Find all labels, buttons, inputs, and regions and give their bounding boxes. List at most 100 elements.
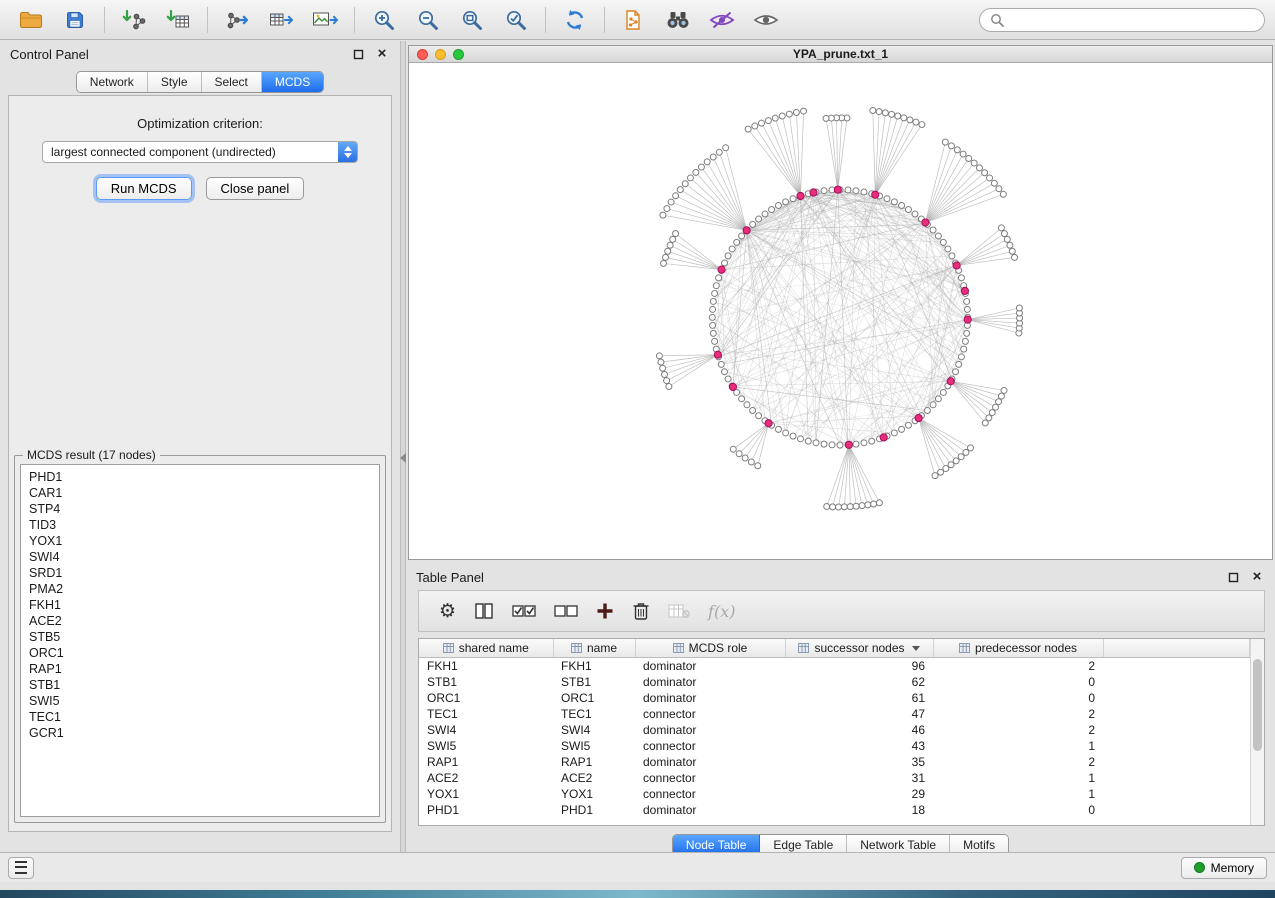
- network-node[interactable]: [682, 181, 688, 187]
- network-node[interactable]: [718, 266, 725, 273]
- mcds-node[interactable]: ACE2: [29, 613, 371, 629]
- network-node[interactable]: [964, 331, 970, 337]
- network-node[interactable]: [884, 196, 890, 202]
- network-node[interactable]: [1016, 305, 1022, 311]
- network-node[interactable]: [996, 399, 1002, 405]
- network-node[interactable]: [853, 188, 859, 194]
- close-table-panel-button[interactable]: ×: [1249, 569, 1265, 585]
- network-node[interactable]: [670, 237, 676, 243]
- network-node[interactable]: [790, 433, 796, 439]
- zoom-selected-button[interactable]: [495, 4, 537, 36]
- mcds-node[interactable]: SWI4: [29, 549, 371, 565]
- open-button[interactable]: [10, 4, 52, 36]
- network-node[interactable]: [968, 445, 974, 451]
- network-node[interactable]: [755, 463, 761, 469]
- network-node[interactable]: [762, 211, 768, 217]
- network-node[interactable]: [748, 459, 754, 465]
- network-node[interactable]: [945, 246, 951, 252]
- table-row[interactable]: STB1STB1dominator620: [419, 674, 1250, 690]
- table-row[interactable]: SWI5SWI5connector431: [419, 738, 1250, 754]
- network-node[interactable]: [905, 207, 911, 213]
- table-row[interactable]: FKH1FKH1dominator962: [419, 658, 1250, 675]
- network-node[interactable]: [901, 115, 907, 121]
- network-node[interactable]: [962, 339, 968, 345]
- memory-button[interactable]: Memory: [1181, 857, 1267, 879]
- network-node[interactable]: [716, 149, 722, 155]
- network-node[interactable]: [940, 390, 946, 396]
- network-node[interactable]: [949, 253, 955, 259]
- network-node[interactable]: [907, 117, 913, 123]
- network-node[interactable]: [956, 362, 962, 368]
- network-node[interactable]: [1004, 237, 1010, 243]
- network-node[interactable]: [710, 323, 716, 329]
- tab-network[interactable]: Network: [77, 72, 148, 92]
- network-node[interactable]: [752, 123, 758, 129]
- network-node[interactable]: [865, 502, 871, 508]
- network-node[interactable]: [790, 196, 796, 202]
- network-node[interactable]: [758, 120, 764, 126]
- refresh-button[interactable]: [554, 4, 596, 36]
- network-node[interactable]: [943, 466, 949, 472]
- network-node[interactable]: [876, 109, 882, 115]
- mcds-node[interactable]: SRD1: [29, 565, 371, 581]
- network-node[interactable]: [756, 413, 762, 419]
- network-node[interactable]: [989, 410, 995, 416]
- network-node[interactable]: [964, 307, 970, 313]
- float-table-panel-button[interactable]: [1225, 569, 1241, 585]
- network-node[interactable]: [869, 438, 875, 444]
- network-node[interactable]: [964, 299, 970, 305]
- network-node[interactable]: [710, 307, 716, 313]
- add-column-button[interactable]: [596, 595, 614, 627]
- network-node[interactable]: [836, 504, 842, 510]
- network-node[interactable]: [821, 188, 827, 194]
- network-node[interactable]: [998, 393, 1004, 399]
- network-node[interactable]: [813, 440, 819, 446]
- network-node[interactable]: [739, 396, 745, 402]
- network-node[interactable]: [998, 225, 1004, 231]
- column-header-predecessor-nodes[interactable]: predecessor nodes: [933, 639, 1103, 658]
- network-node[interactable]: [765, 118, 771, 124]
- network-node[interactable]: [861, 189, 867, 195]
- mcds-node[interactable]: STB1: [29, 677, 371, 693]
- network-node[interactable]: [710, 154, 716, 160]
- network-node[interactable]: [1001, 388, 1007, 394]
- column-header-successor-nodes[interactable]: successor nodes: [785, 639, 933, 658]
- network-node[interactable]: [829, 442, 835, 448]
- network-node[interactable]: [714, 351, 721, 358]
- network-node[interactable]: [982, 170, 988, 176]
- network-node[interactable]: [845, 187, 851, 193]
- network-node[interactable]: [662, 372, 668, 378]
- search-box[interactable]: [979, 8, 1265, 32]
- network-node[interactable]: [993, 404, 999, 410]
- table-row[interactable]: RAP1RAP1dominator352: [419, 754, 1250, 770]
- mcds-node[interactable]: TID3: [29, 517, 371, 533]
- network-node[interactable]: [750, 408, 756, 414]
- column-header-name[interactable]: name: [553, 639, 635, 658]
- network-node[interactable]: [725, 376, 731, 382]
- window-minimize-icon[interactable]: [435, 49, 446, 60]
- network-node[interactable]: [976, 165, 982, 171]
- network-node[interactable]: [899, 203, 905, 209]
- export-table-button[interactable]: [260, 4, 302, 36]
- network-node[interactable]: [961, 287, 968, 294]
- tab-mcds[interactable]: MCDS: [262, 72, 323, 92]
- network-node[interactable]: [658, 359, 664, 365]
- table-row[interactable]: TEC1TEC1connector472: [419, 706, 1250, 722]
- mcds-node[interactable]: SWI5: [29, 693, 371, 709]
- network-node[interactable]: [750, 221, 756, 227]
- network-node[interactable]: [932, 473, 938, 479]
- network-node[interactable]: [942, 139, 948, 145]
- network-node[interactable]: [704, 159, 710, 165]
- network-node[interactable]: [882, 110, 888, 116]
- network-node[interactable]: [991, 180, 997, 186]
- network-node[interactable]: [712, 291, 718, 297]
- network-node[interactable]: [769, 207, 775, 213]
- export-network-button[interactable]: [216, 4, 258, 36]
- network-node[interactable]: [913, 119, 919, 125]
- network-node[interactable]: [935, 396, 941, 402]
- window-maximize-icon[interactable]: [453, 49, 464, 60]
- mcds-node[interactable]: CAR1: [29, 485, 371, 501]
- network-node[interactable]: [948, 143, 954, 149]
- table-row[interactable]: SWI4SWI4dominator462: [419, 722, 1250, 738]
- network-node[interactable]: [870, 108, 876, 114]
